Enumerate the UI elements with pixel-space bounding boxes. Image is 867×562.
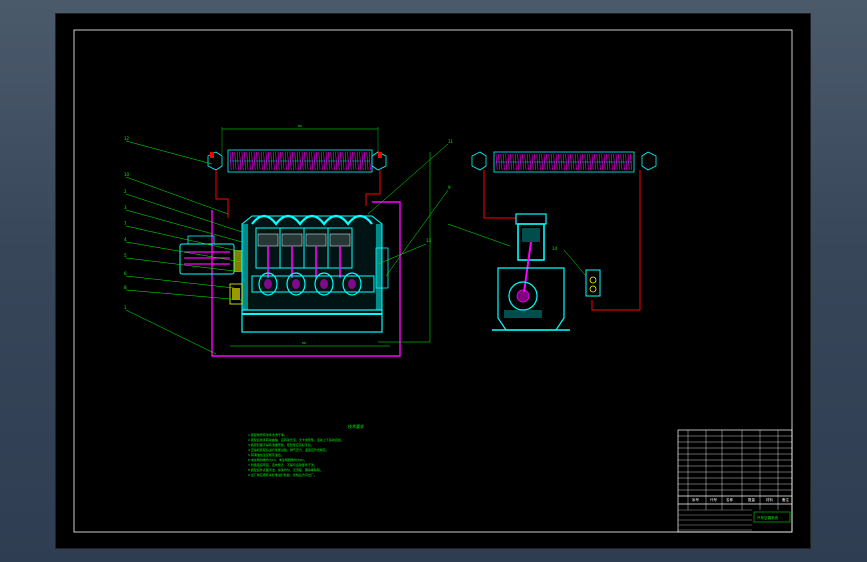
callout-14: 14 [552, 246, 558, 251]
callout-13: 13 [426, 238, 432, 243]
compressor-assembly-view: 86 86 121023745681 11 9 13 [124, 124, 454, 357]
cad-drawing-canvas[interactable]: 86 86 12 10 2 3 7 4 5 6 8 1 11 9 13 14 技… [56, 14, 810, 548]
cad-drawing: 86 86 121023745681 11 9 13 14 技术要求 1.装配前… [73, 29, 793, 533]
title-block: 汽车空调系统 序号 代号 名称 数量 材料 备注 [677, 429, 793, 533]
callout-5: 5 [124, 253, 127, 258]
pipe-left-inlet [215, 170, 229, 218]
technical-notes: 技术要求 1.装配前所有零件清洗干净。 2.装配后用手转动曲轴，应转动灵活，无卡… [248, 423, 364, 477]
callout-4: 4 [124, 237, 127, 242]
notes-title: 技术要求 [348, 423, 364, 429]
pipe-right-outlet [365, 170, 381, 206]
tb-header: 材料 [766, 497, 774, 502]
callout-6: 6 [124, 271, 127, 276]
crankcase [229, 214, 389, 333]
callout-12: 12 [124, 136, 130, 141]
tb-header: 数量 [748, 497, 756, 502]
note-line: 4.压缩机装配后进行性能试验，排气压力、温度应符合规定。 [248, 447, 329, 452]
callout-9: 9 [448, 185, 451, 190]
callouts-left: 12 10 2 3 7 4 5 6 8 1 [124, 136, 243, 355]
note-line: 3.各密封面不得有泄漏现象，密封垫应完好无损。 [248, 442, 314, 447]
tb-header: 代号 [710, 497, 718, 502]
callout-1: 1 [124, 305, 127, 310]
side-section-view: 14 [447, 151, 657, 331]
pipe-side-inlet [483, 170, 516, 219]
callout-3: 3 [124, 205, 127, 210]
tb-header: 名称 [726, 497, 734, 502]
callout-11: 11 [448, 139, 454, 144]
note-line: 5.润滑油加注至规定油位。 [248, 452, 284, 457]
callout-2: 2 [124, 189, 127, 194]
drawing-border [73, 29, 793, 533]
condenser-left [207, 149, 387, 173]
dim-text-top: 86 [298, 124, 302, 128]
note-line: 1.装配前所有零件清洗干净。 [248, 432, 287, 437]
pipe-side-outlet [591, 170, 641, 311]
callout-7: 7 [124, 221, 127, 226]
drawing-title: 汽车空调系统 [757, 515, 778, 520]
note-line: 6.未注明倒角均为C1，未注明圆角均为R1。 [248, 457, 307, 462]
dim-text-bottom: 86 [302, 341, 306, 345]
note-line: 9.出厂前应按有关标准进行检验，合格后方可出厂。 [248, 472, 317, 477]
callout-10: 10 [124, 172, 130, 177]
note-line: 8.装配后外表面清洁，涂漆均匀，无流挂、漏涂等缺陷。 [248, 467, 323, 472]
callout-8: 8 [124, 285, 127, 290]
tb-header: 备注 [782, 497, 790, 502]
note-line: 7.管路连接牢固，走向整齐，不得与运动部件干涉。 [248, 462, 317, 467]
tb-header: 序号 [692, 497, 700, 502]
note-line: 2.装配后用手转动曲轴，应转动灵活，无卡滞现象，活塞上下运动自如。 [248, 437, 344, 442]
